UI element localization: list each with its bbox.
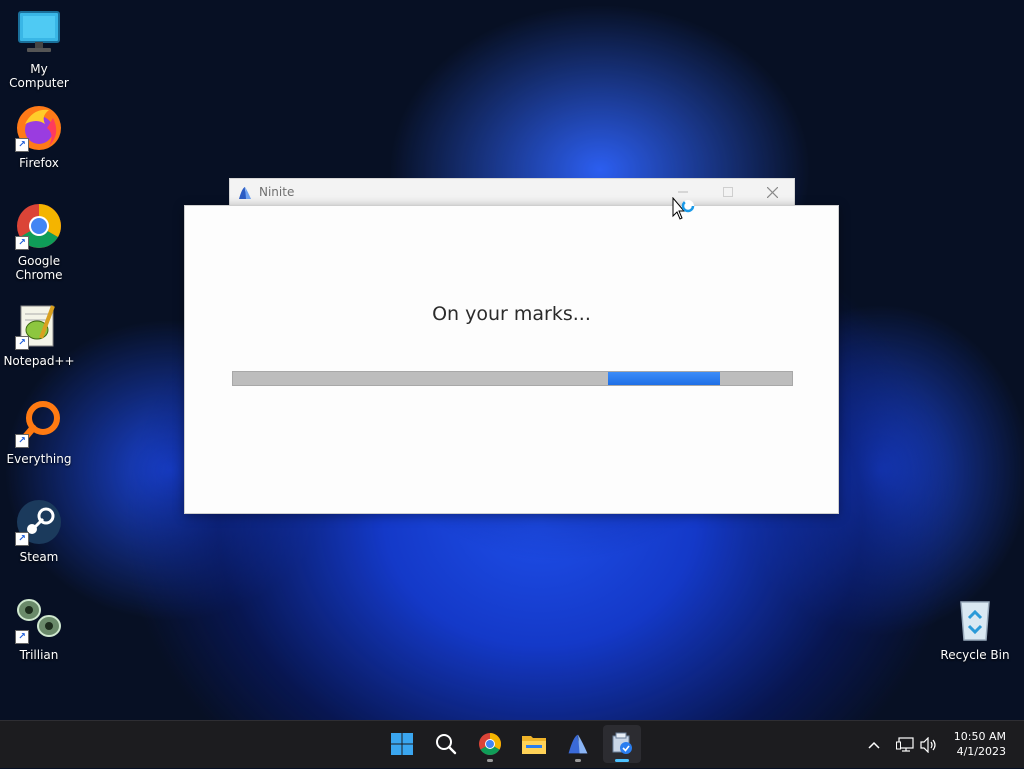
taskbar: 10:50 AM 4/1/2023 [0, 720, 1024, 768]
taskbar-ninite[interactable] [559, 725, 597, 763]
folder-icon [522, 736, 546, 754]
start-button[interactable] [383, 725, 421, 763]
shortcut-arrow-icon: ↗ [15, 434, 29, 448]
installer-icon [612, 732, 632, 754]
desktop-icon-everything[interactable]: ↗ Everything [0, 400, 78, 466]
window-title: Ninite [259, 185, 295, 199]
firefox-icon: ↗ [15, 104, 63, 152]
desktop-icon-label: Everything [6, 452, 72, 466]
volume-button[interactable] [918, 721, 940, 769]
maximize-button[interactable] [705, 179, 750, 205]
progress-bar-fill [608, 372, 720, 385]
show-hidden-icons-button[interactable] [862, 721, 886, 769]
desktop-icon-trillian[interactable]: ↗ Trillian [0, 596, 78, 662]
desktop-icon-recycle-bin[interactable]: Recycle Bin [936, 596, 1014, 662]
desktop-icon-my-computer[interactable]: My Computer [0, 10, 78, 90]
chrome-icon: ↗ [15, 202, 63, 250]
desktop-icon-label: Google Chrome [15, 254, 63, 282]
desktop-icon-steam[interactable]: ↗ Steam [0, 498, 78, 564]
clock[interactable]: 10:50 AM 4/1/2023 [954, 729, 1006, 759]
desktop-icon-label: Notepad++ [3, 354, 75, 368]
chrome-icon [479, 733, 501, 755]
shortcut-arrow-icon: ↗ [15, 532, 29, 546]
desktop-icon-label: Trillian [19, 648, 59, 662]
desktop-icon-label: My Computer [9, 62, 69, 90]
maximize-icon [722, 187, 733, 197]
ninite-main-panel: On your marks... [184, 205, 839, 514]
taskbar-installer[interactable] [603, 725, 641, 763]
shortcut-arrow-icon: ↗ [15, 138, 29, 152]
magnifier-icon: ↗ [15, 400, 63, 448]
shortcut-arrow-icon: ↗ [15, 236, 29, 250]
notepad-plus-plus-icon: ↗ [15, 302, 63, 350]
desktop-icon-notepad-plus-plus[interactable]: ↗ Notepad++ [0, 302, 78, 368]
clock-date: 4/1/2023 [956, 745, 1006, 758]
taskbar-file-explorer[interactable] [515, 725, 553, 763]
shortcut-arrow-icon: ↗ [15, 336, 29, 350]
close-icon [767, 186, 778, 198]
progress-bar [232, 371, 793, 386]
desktop-icon-label: Steam [19, 550, 59, 564]
speaker-icon [920, 737, 936, 753]
active-indicator [615, 759, 629, 762]
running-indicator [575, 759, 581, 762]
windows-logo-icon [391, 733, 413, 755]
ninite-title-bar[interactable]: Ninite [229, 178, 795, 206]
search-icon [436, 734, 457, 755]
status-text: On your marks... [432, 303, 591, 325]
desktop-icon-google-chrome[interactable]: ↗ Google Chrome [0, 202, 78, 282]
desktop-icon-firefox[interactable]: ↗ Firefox [0, 104, 78, 170]
search-button[interactable] [427, 725, 465, 763]
close-button[interactable] [750, 179, 795, 205]
recycle-bin-icon [951, 596, 999, 644]
steam-icon: ↗ [15, 498, 63, 546]
running-indicator [487, 759, 493, 762]
network-icon [896, 737, 914, 752]
desktop-icon-label: Firefox [19, 156, 59, 170]
ninite-app-icon [238, 185, 252, 204]
minimize-icon [677, 191, 688, 193]
busy-cursor-icon [672, 196, 698, 229]
clock-time: 10:50 AM [953, 730, 1006, 743]
shortcut-arrow-icon: ↗ [15, 630, 29, 644]
network-button[interactable] [894, 721, 916, 769]
desktop-icon-label: Recycle Bin [940, 648, 1010, 662]
chevron-up-icon [868, 741, 880, 749]
monitor-icon [15, 10, 63, 58]
ninite-app-icon [568, 734, 588, 754]
trillian-icon: ↗ [15, 596, 63, 644]
taskbar-chrome[interactable] [471, 725, 509, 763]
